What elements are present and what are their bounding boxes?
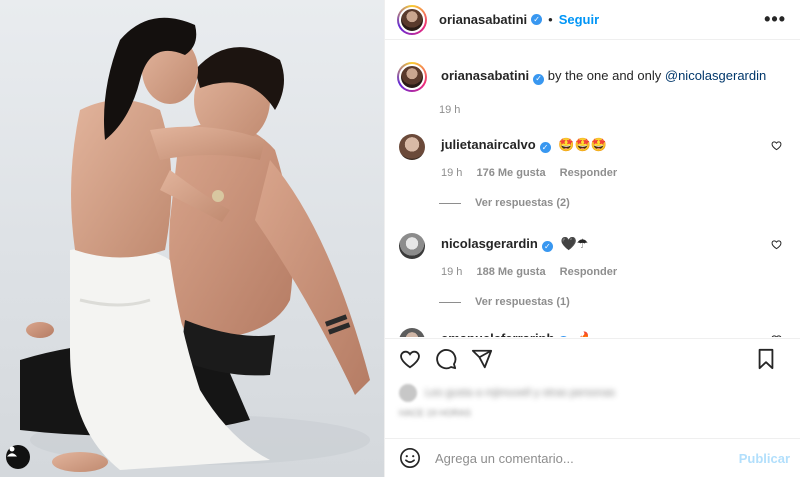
- commenter-avatar[interactable]: [399, 134, 425, 160]
- commenter-username[interactable]: emanueleferrariph: [441, 331, 554, 337]
- photo-illustration: [20, 17, 370, 472]
- commenter-username[interactable]: julietanaircalvo: [441, 137, 536, 152]
- post-header: orianasabatini ✓ • Seguir •••: [385, 0, 800, 40]
- comment-text: 🖤☂: [560, 236, 589, 251]
- comments-list[interactable]: orianasabatini ✓ by the one and only @nic…: [385, 41, 800, 337]
- author-avatar[interactable]: [397, 4, 427, 35]
- commenter-avatar[interactable]: [399, 328, 425, 337]
- comment-item: emanueleferrariph ✓ 🔥: [397, 326, 786, 337]
- view-replies-line: [439, 202, 461, 204]
- add-comment-bar: Publicar: [385, 438, 800, 477]
- comment-icon[interactable]: [435, 348, 457, 370]
- post-caption: orianasabatini ✓ by the one and only @nic…: [397, 41, 786, 92]
- likes-summary-text: Les gusta a mjimuvell y otras personas: [425, 387, 616, 399]
- caption-username[interactable]: orianasabatini: [441, 68, 529, 83]
- verified-icon: ✓: [541, 241, 553, 252]
- caption-time: 19 h: [439, 104, 461, 116]
- verified-icon: ✓: [558, 336, 570, 337]
- commenter-username[interactable]: nicolasgerardin: [441, 236, 538, 251]
- verified-icon: ✓: [533, 73, 545, 85]
- comment-item: julietanaircalvo ✓ 🤩🤩🤩 19 h 176 Me gusta …: [397, 132, 786, 179]
- user-tag-icon[interactable]: [6, 445, 30, 469]
- verified-icon: ✓: [539, 142, 551, 153]
- comment-meta: 19 h 176 Me gusta Responder: [441, 167, 786, 179]
- comment-like-heart-icon[interactable]: [771, 140, 782, 151]
- view-replies-button[interactable]: Ver respuestas (2): [439, 197, 786, 209]
- caption-body: by the one and only: [547, 68, 662, 83]
- follow-button[interactable]: Seguir: [559, 12, 599, 27]
- publish-button[interactable]: Publicar: [739, 451, 790, 466]
- likes-summary[interactable]: Les gusta a mjimuvell y otras personas: [399, 384, 615, 402]
- view-replies-label: Ver respuestas (1): [475, 296, 570, 308]
- post-photo[interactable]: [0, 0, 384, 477]
- comment-input[interactable]: [435, 450, 739, 466]
- comment-time: 19 h: [441, 266, 463, 278]
- caption-mention[interactable]: @nicolasgerardin: [665, 68, 766, 83]
- liker-avatar: [399, 384, 417, 402]
- comment-meta: 19 h 188 Me gusta Responder: [441, 266, 786, 278]
- verified-icon: ✓: [531, 14, 543, 25]
- caption-avatar[interactable]: [397, 62, 427, 92]
- emoji-icon[interactable]: [399, 447, 421, 469]
- reply-button[interactable]: Responder: [560, 167, 617, 179]
- comment-text: 🔥: [577, 331, 593, 337]
- post-modal: orianasabatini ✓ • Seguir ••• orianasaba…: [0, 0, 800, 477]
- view-replies-button[interactable]: Ver respuestas (1): [439, 296, 786, 308]
- commenter-avatar[interactable]: [399, 233, 425, 259]
- comment-likes[interactable]: 176 Me gusta: [476, 167, 545, 179]
- comment-time: 19 h: [441, 167, 463, 179]
- comment-item: nicolasgerardin ✓ 🖤☂ 19 h 188 Me gusta Re…: [397, 231, 786, 278]
- reply-button[interactable]: Responder: [560, 266, 617, 278]
- comment-text: 🤩🤩🤩: [558, 137, 607, 152]
- comment-likes[interactable]: 188 Me gusta: [476, 266, 545, 278]
- view-replies-label: Ver respuestas (2): [475, 197, 570, 209]
- heart-icon[interactable]: [399, 348, 421, 370]
- post-actions: [385, 338, 800, 378]
- bookmark-icon[interactable]: [756, 348, 776, 370]
- share-icon[interactable]: [471, 348, 493, 370]
- post-date: HACE 19 HORAS: [399, 408, 472, 418]
- comment-like-heart-icon[interactable]: [771, 239, 782, 250]
- caption-text: orianasabatini ✓ by the one and only @nic…: [441, 62, 766, 92]
- post-side-panel: orianasabatini ✓ • Seguir ••• orianasaba…: [384, 0, 800, 477]
- view-replies-line: [439, 301, 461, 303]
- author-username[interactable]: orianasabatini: [439, 12, 527, 27]
- separator-dot: •: [548, 12, 553, 27]
- more-icon[interactable]: •••: [764, 9, 786, 30]
- comment-like-heart-icon[interactable]: [771, 334, 782, 337]
